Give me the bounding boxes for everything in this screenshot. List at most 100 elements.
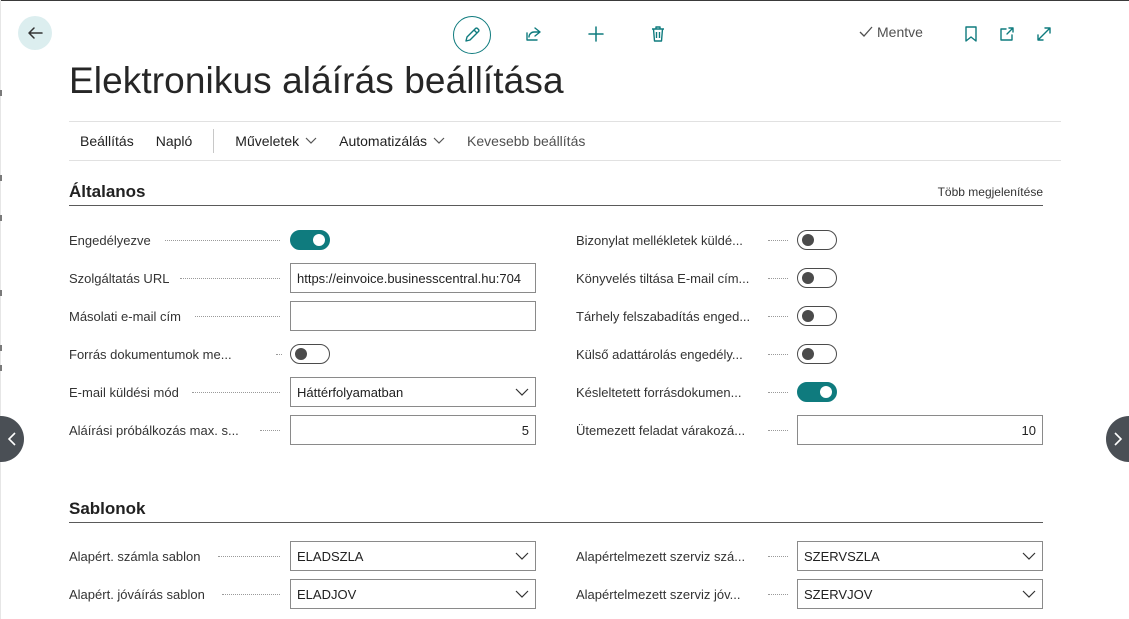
expand-icon (1037, 27, 1051, 41)
field-label: Bizonylat mellékletek küldé... (576, 232, 743, 248)
saved-status: Mentve (858, 24, 923, 40)
chevron-down-icon (1022, 549, 1036, 563)
open-new-window-button[interactable] (995, 22, 1019, 46)
invoice-template-select[interactable]: ELADSZLA (290, 541, 536, 571)
toggle-knob (802, 272, 814, 284)
leader-dots (768, 278, 788, 279)
menu-item-automation[interactable]: Automatizálás (328, 133, 456, 149)
field-label: Könyvelés tiltása E-mail cím... (576, 270, 750, 286)
chevron-left-icon (7, 432, 16, 446)
field-label: Tárhely felszabadítás enged... (576, 308, 751, 324)
delete-button[interactable] (646, 22, 670, 46)
field-signature-max-attempts: Aláírási próbálkozás max. s... (69, 418, 239, 442)
menu-item-fewer-options[interactable]: Kevesebb beállítás (456, 133, 596, 149)
send-attachments-toggle[interactable] (797, 230, 837, 250)
share-button[interactable] (521, 22, 545, 46)
chevron-right-icon (1114, 432, 1123, 446)
field-block-posting-email: Könyvelés tiltása E-mail cím... (576, 266, 749, 290)
next-record-button[interactable] (1106, 416, 1129, 462)
service-invoice-template-select[interactable]: SZERVSZLA (797, 541, 1043, 571)
field-copy-email: Másolati e-mail cím (69, 304, 181, 328)
leader-dots (180, 278, 280, 279)
credit-memo-template-select[interactable]: ELADJOV (290, 579, 536, 609)
leader-dots (276, 354, 282, 355)
chevron-down-icon (305, 137, 317, 144)
menu-item-label: Műveletek (235, 133, 300, 149)
previous-record-button[interactable] (0, 416, 24, 462)
field-label: Alapért. jóváírás sablon (69, 586, 205, 602)
field-label: Alapért. számla sablon (69, 548, 201, 564)
menu-bar: Beállítás Napló Műveletek Automatizálás … (69, 121, 1061, 161)
service-credit-template-select[interactable]: SZERVJOV (797, 579, 1043, 609)
templates-section-header: Sablonok (69, 497, 1043, 523)
field-label: Szolgáltatás URL (69, 270, 170, 286)
toggle-knob (313, 234, 325, 246)
field-credit-memo-template: Alapért. jóváírás sablon (69, 582, 205, 606)
toggle-knob (802, 310, 814, 322)
menu-item-log[interactable]: Napló (145, 133, 204, 149)
chevron-down-icon (515, 587, 529, 601)
select-value: ELADSZLA (297, 548, 364, 564)
share-icon (526, 27, 541, 41)
templates-section-title[interactable]: Sablonok (69, 499, 146, 519)
field-label: Késleltetett forrásdokumen... (576, 384, 742, 400)
select-value: SZERVJOV (804, 586, 873, 602)
chevron-down-icon (433, 137, 445, 144)
general-section-header: Általanos Több megjelenítése (69, 180, 1043, 206)
open-new-window-icon (1000, 27, 1014, 41)
window-top-border (0, 0, 1129, 1)
field-label: Külső adattárolás engedély... (576, 346, 743, 362)
leader-dots (195, 316, 280, 317)
expand-button[interactable] (1032, 22, 1056, 46)
leader-dots (768, 430, 788, 431)
select-value: Háttérfolyamatban (297, 384, 404, 400)
field-label: Másolati e-mail cím (69, 308, 181, 324)
field-service-url: Szolgáltatás URL (69, 266, 169, 290)
menu-item-label: Napló (155, 133, 193, 149)
menu-item-setup[interactable]: Beállítás (69, 133, 145, 149)
bookmark-button[interactable] (960, 22, 982, 46)
toggle-knob (295, 348, 307, 360)
leader-dots (768, 354, 788, 355)
edit-pencil-icon (465, 27, 480, 42)
menu-item-label: Kevesebb beállítás (467, 133, 586, 149)
leader-dots (768, 240, 788, 241)
field-send-attachments: Bizonylat mellékletek küldé... (576, 228, 743, 252)
field-email-send-mode: E-mail küldési mód (69, 380, 179, 404)
toggle-knob (802, 348, 814, 360)
email-send-mode-select[interactable]: Háttérfolyamatban (290, 377, 536, 407)
source-documents-toggle[interactable] (290, 344, 330, 364)
field-service-credit-template: Alapértelmezett szerviz jóv... (576, 582, 740, 606)
checkmark-icon (859, 26, 873, 37)
scheduled-task-wait-input[interactable]: 10 (797, 415, 1043, 445)
toggle-knob (820, 386, 832, 398)
menu-item-label: Automatizálás (339, 133, 428, 149)
chevron-down-icon (515, 385, 529, 399)
external-storage-toggle[interactable] (797, 344, 837, 364)
field-invoice-template: Alapért. számla sablon (69, 544, 201, 568)
menu-item-label: Beállítás (80, 133, 134, 149)
page-title: Elektronikus aláírás beállítása (69, 60, 564, 101)
delayed-source-docs-toggle[interactable] (797, 382, 837, 402)
copy-email-input[interactable] (290, 301, 536, 331)
service-url-input[interactable]: https://einvoice.businesscentral.hu:704 (290, 263, 536, 293)
menu-item-actions[interactable]: Műveletek (224, 133, 328, 149)
new-button[interactable] (584, 22, 608, 46)
field-label: Alapértelmezett szerviz szá... (576, 548, 746, 564)
block-posting-email-toggle[interactable] (797, 268, 837, 288)
leader-dots (222, 594, 280, 595)
edit-button[interactable] (453, 16, 491, 54)
leader-dots (218, 556, 280, 557)
chevron-down-icon (1022, 587, 1036, 601)
leader-dots (260, 430, 280, 431)
show-more-link[interactable]: Több megjelenítése (938, 185, 1043, 199)
storage-release-toggle[interactable] (797, 306, 837, 326)
action-bar: Mentve (0, 14, 1129, 54)
signature-max-attempts-input[interactable]: 5 (290, 415, 536, 445)
field-service-invoice-template: Alapértelmezett szerviz szá... (576, 544, 745, 568)
saved-label: Mentve (877, 24, 923, 40)
enabled-toggle[interactable] (290, 230, 330, 250)
leader-dots (768, 594, 788, 595)
field-label: Aláírási próbálkozás max. s... (69, 422, 239, 438)
general-section-title[interactable]: Általanos (69, 182, 146, 202)
